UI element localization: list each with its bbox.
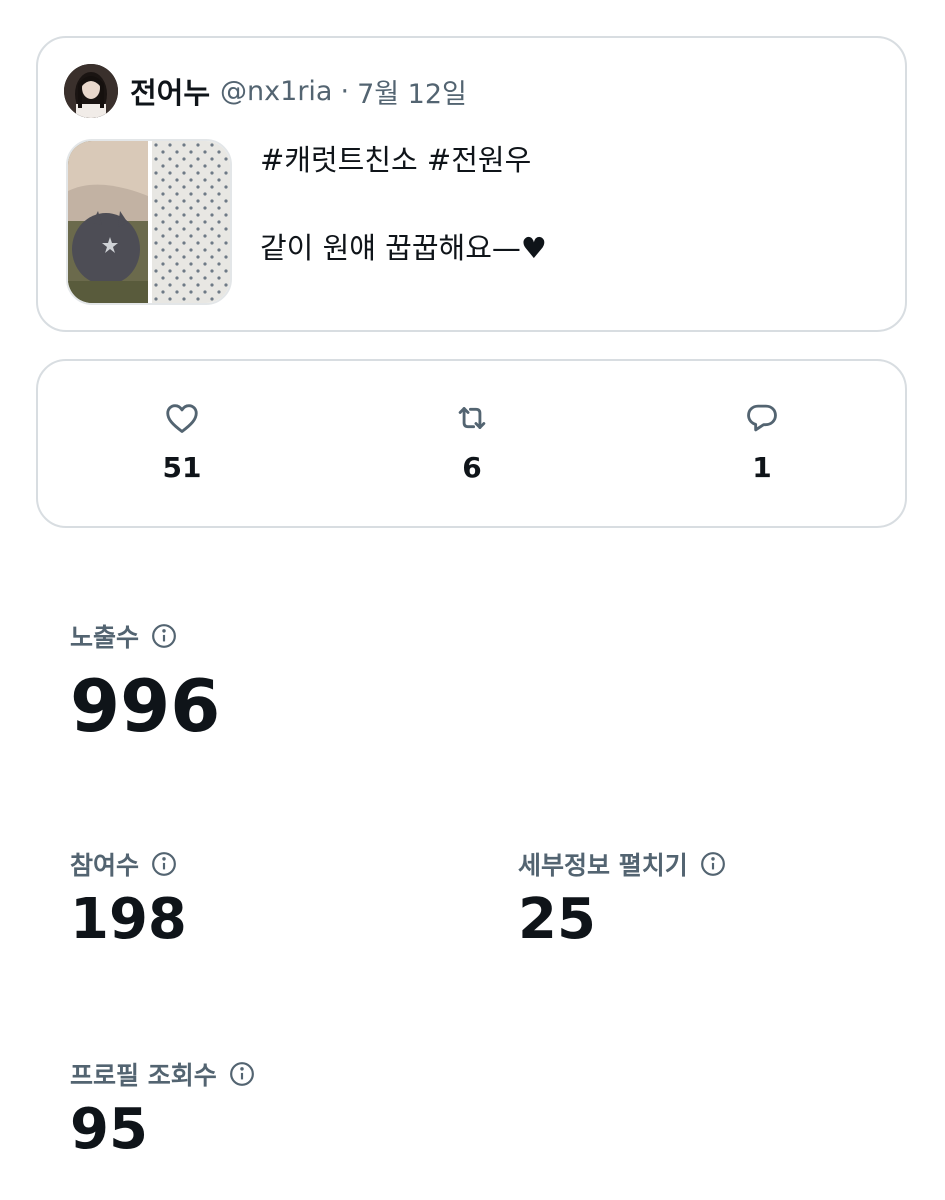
impressions-label: 노출수 bbox=[70, 623, 140, 652]
profile-visits-metric: 프로필 조회수 95 bbox=[70, 1056, 255, 1158]
avatar[interactable] bbox=[64, 64, 118, 118]
retweets-stat[interactable]: 6 bbox=[412, 399, 532, 484]
impressions-value: 996 bbox=[70, 664, 221, 748]
author-name[interactable]: 전어누 bbox=[130, 70, 210, 112]
detail-expands-metric: 세부정보 펼치기 25 bbox=[518, 846, 726, 948]
engagement-card: 51 6 1 bbox=[36, 359, 907, 528]
info-icon[interactable] bbox=[151, 623, 177, 649]
detail-expands-label: 세부정보 펼치기 bbox=[518, 851, 688, 880]
detail-expands-value: 25 bbox=[518, 887, 596, 952]
impressions-metric: 노출수 996 bbox=[70, 618, 220, 742]
tweet-hashtags[interactable]: #캐럿트친소 #전원우 bbox=[260, 138, 860, 182]
replies-stat[interactable]: 1 bbox=[702, 399, 822, 484]
tweet-header: 전어누 @nx1ria · 7월 12일 bbox=[130, 71, 467, 111]
likes-count: 51 bbox=[162, 451, 202, 484]
replies-count: 1 bbox=[752, 451, 772, 484]
engagements-metric: 참여수 198 bbox=[70, 846, 187, 948]
likes-stat[interactable]: 51 bbox=[122, 399, 242, 484]
info-icon[interactable] bbox=[151, 851, 177, 877]
heart-icon bbox=[166, 404, 198, 433]
author-handle[interactable]: @nx1ria bbox=[220, 76, 332, 107]
tweet-body: 같이 원얘 꿉꿉해요—♥ bbox=[260, 231, 547, 265]
retweet-icon bbox=[458, 407, 486, 429]
engagements-label: 참여수 bbox=[70, 851, 140, 880]
profile-visits-label: 프로필 조회수 bbox=[70, 1061, 217, 1090]
engagements-value: 198 bbox=[70, 887, 187, 952]
profile-photo-icon bbox=[64, 64, 118, 118]
profile-visits-value: 95 bbox=[70, 1097, 148, 1162]
reply-icon bbox=[747, 404, 777, 432]
retweets-count: 6 bbox=[462, 451, 482, 484]
tweet-text: #캐럿트친소 #전원우 같이 원얘 꿉꿉해요—♥ bbox=[260, 138, 860, 270]
info-icon[interactable] bbox=[229, 1061, 255, 1087]
info-icon[interactable] bbox=[700, 851, 726, 877]
media-thumbnail[interactable] bbox=[66, 139, 232, 305]
cat-photo-thumbnail-icon bbox=[68, 141, 230, 303]
separator-dot: · bbox=[340, 75, 350, 107]
tweet-card[interactable]: 전어누 @nx1ria · 7월 12일 #캐럿트친소 #전원우 같이 원얘 꿉… bbox=[36, 36, 907, 332]
tweet-date[interactable]: 7월 12일 bbox=[357, 72, 467, 111]
